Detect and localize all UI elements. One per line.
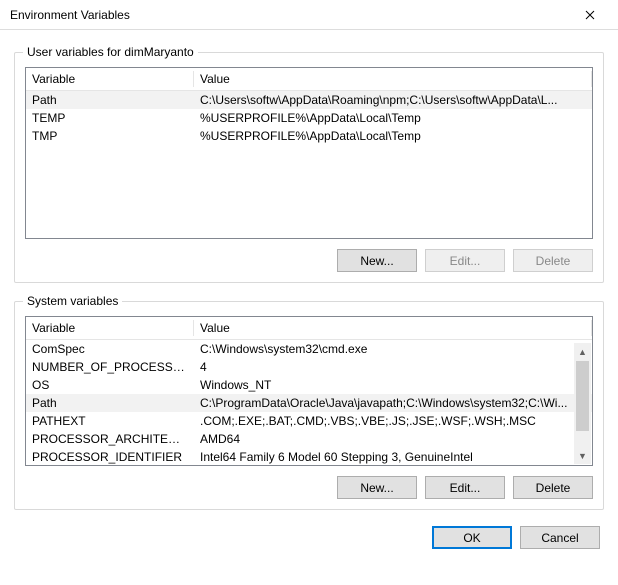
ok-button[interactable]: OK bbox=[432, 526, 512, 549]
system-edit-button[interactable]: Edit... bbox=[425, 476, 505, 499]
cancel-button[interactable]: Cancel bbox=[520, 526, 600, 549]
system-variables-table-wrap[interactable]: Variable Value ComSpecC:\Windows\system3… bbox=[25, 316, 593, 466]
scroll-thumb[interactable] bbox=[576, 361, 589, 431]
table-row[interactable]: PATHEXT.COM;.EXE;.BAT;.CMD;.VBS;.VBE;.JS… bbox=[26, 412, 592, 430]
close-button[interactable] bbox=[570, 1, 610, 29]
user-col-value[interactable]: Value bbox=[194, 68, 592, 91]
titlebar: Environment Variables bbox=[0, 0, 618, 30]
cell-variable: OS bbox=[26, 376, 194, 394]
scroll-down-icon[interactable]: ▼ bbox=[574, 447, 591, 464]
user-variables-legend: User variables for dimMaryanto bbox=[23, 45, 198, 59]
scrollbar[interactable]: ▲ ▼ bbox=[574, 343, 591, 464]
user-button-row: New... Edit... Delete bbox=[25, 249, 593, 272]
cell-variable: Path bbox=[26, 394, 194, 412]
cell-value: %USERPROFILE%\AppData\Local\Temp bbox=[194, 127, 592, 145]
close-icon bbox=[585, 10, 595, 20]
table-row[interactable]: PROCESSOR_IDENTIFIERIntel64 Family 6 Mod… bbox=[26, 448, 592, 466]
cell-value: Windows_NT bbox=[194, 376, 592, 394]
table-row[interactable]: ComSpecC:\Windows\system32\cmd.exe bbox=[26, 340, 592, 359]
sys-col-value[interactable]: Value bbox=[194, 317, 592, 340]
system-button-row: New... Edit... Delete bbox=[25, 476, 593, 499]
user-variables-group: User variables for dimMaryanto Variable … bbox=[14, 52, 604, 283]
dialog-content: User variables for dimMaryanto Variable … bbox=[0, 30, 618, 563]
footer-buttons: OK Cancel bbox=[14, 526, 604, 549]
table-row[interactable]: PathC:\ProgramData\Oracle\Java\javapath;… bbox=[26, 394, 592, 412]
cell-value: .COM;.EXE;.BAT;.CMD;.VBS;.VBE;.JS;.JSE;.… bbox=[194, 412, 592, 430]
table-row[interactable]: NUMBER_OF_PROCESSORS4 bbox=[26, 358, 592, 376]
cell-value: 4 bbox=[194, 358, 592, 376]
user-variables-table-wrap[interactable]: Variable Value PathC:\Users\softw\AppDat… bbox=[25, 67, 593, 239]
cell-variable: PROCESSOR_ARCHITECTURE bbox=[26, 430, 194, 448]
cell-value: C:\Users\softw\AppData\Roaming\npm;C:\Us… bbox=[194, 91, 592, 110]
cell-variable: NUMBER_OF_PROCESSORS bbox=[26, 358, 194, 376]
window-title: Environment Variables bbox=[10, 8, 570, 22]
cell-value: %USERPROFILE%\AppData\Local\Temp bbox=[194, 109, 592, 127]
sys-col-variable[interactable]: Variable bbox=[26, 317, 194, 340]
table-row[interactable]: TEMP%USERPROFILE%\AppData\Local\Temp bbox=[26, 109, 592, 127]
user-delete-button[interactable]: Delete bbox=[513, 249, 593, 272]
cell-variable: TEMP bbox=[26, 109, 194, 127]
user-col-variable[interactable]: Variable bbox=[26, 68, 194, 91]
user-edit-button[interactable]: Edit... bbox=[425, 249, 505, 272]
cell-variable: PATHEXT bbox=[26, 412, 194, 430]
table-row[interactable]: TMP%USERPROFILE%\AppData\Local\Temp bbox=[26, 127, 592, 145]
cell-variable: ComSpec bbox=[26, 340, 194, 359]
cell-value: C:\Windows\system32\cmd.exe bbox=[194, 340, 592, 359]
system-variables-legend: System variables bbox=[23, 294, 122, 308]
system-variables-group: System variables Variable Value ComSpecC… bbox=[14, 301, 604, 510]
cell-variable: PROCESSOR_IDENTIFIER bbox=[26, 448, 194, 466]
table-row[interactable]: PROCESSOR_ARCHITECTUREAMD64 bbox=[26, 430, 592, 448]
cell-variable: Path bbox=[26, 91, 194, 110]
cell-variable: TMP bbox=[26, 127, 194, 145]
table-row[interactable]: OSWindows_NT bbox=[26, 376, 592, 394]
system-variables-table: Variable Value ComSpecC:\Windows\system3… bbox=[26, 317, 592, 466]
user-variables-table: Variable Value PathC:\Users\softw\AppDat… bbox=[26, 68, 592, 145]
cell-value: Intel64 Family 6 Model 60 Stepping 3, Ge… bbox=[194, 448, 592, 466]
cell-value: C:\ProgramData\Oracle\Java\javapath;C:\W… bbox=[194, 394, 592, 412]
cell-value: AMD64 bbox=[194, 430, 592, 448]
system-new-button[interactable]: New... bbox=[337, 476, 417, 499]
table-row[interactable]: PathC:\Users\softw\AppData\Roaming\npm;C… bbox=[26, 91, 592, 110]
system-delete-button[interactable]: Delete bbox=[513, 476, 593, 499]
scroll-up-icon[interactable]: ▲ bbox=[574, 343, 591, 360]
user-new-button[interactable]: New... bbox=[337, 249, 417, 272]
